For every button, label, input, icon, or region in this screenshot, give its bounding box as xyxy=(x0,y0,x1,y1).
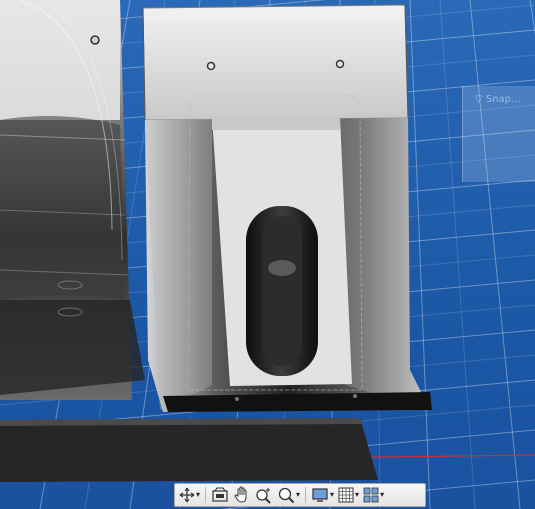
navigation-bar: ▾ ▾ ▾ ▾ ▾ xyxy=(174,483,426,507)
viewports-icon xyxy=(363,487,379,503)
zoom-dropdown-caret[interactable]: ▾ xyxy=(296,491,300,499)
look-at-icon xyxy=(212,487,228,502)
separator xyxy=(305,487,307,503)
zoom-window-button[interactable]: ▾ xyxy=(275,485,302,505)
orbit-dropdown-caret[interactable]: ▾ xyxy=(196,491,200,499)
display-settings-button[interactable]: ▾ xyxy=(309,485,336,505)
zoom-window-icon xyxy=(278,487,295,504)
pan-button[interactable] xyxy=(231,485,253,505)
grid-settings-button[interactable]: ▾ xyxy=(336,485,361,505)
3d-viewport[interactable]: ▽ Snap... ▾ ▾ ▾ ▾ ▾ xyxy=(0,0,535,509)
display-dropdown-caret[interactable]: ▾ xyxy=(330,491,334,499)
left-component xyxy=(0,0,145,400)
pan-icon xyxy=(234,486,247,503)
grid-dropdown-caret[interactable]: ▾ xyxy=(355,491,359,499)
orbit-button[interactable]: ▾ xyxy=(177,485,202,505)
zoom-icon xyxy=(256,488,271,504)
cad-model[interactable] xyxy=(0,0,535,509)
display-settings-icon xyxy=(312,488,328,502)
main-component xyxy=(142,4,432,412)
zoom-button[interactable] xyxy=(253,485,275,505)
separator xyxy=(205,487,207,503)
viewports-dropdown-caret[interactable]: ▾ xyxy=(380,491,384,499)
base-plate xyxy=(0,418,378,482)
orbit-icon xyxy=(179,487,195,503)
look-at-button[interactable] xyxy=(209,485,231,505)
viewports-button[interactable]: ▾ xyxy=(361,485,386,505)
grid-settings-icon xyxy=(338,487,354,503)
